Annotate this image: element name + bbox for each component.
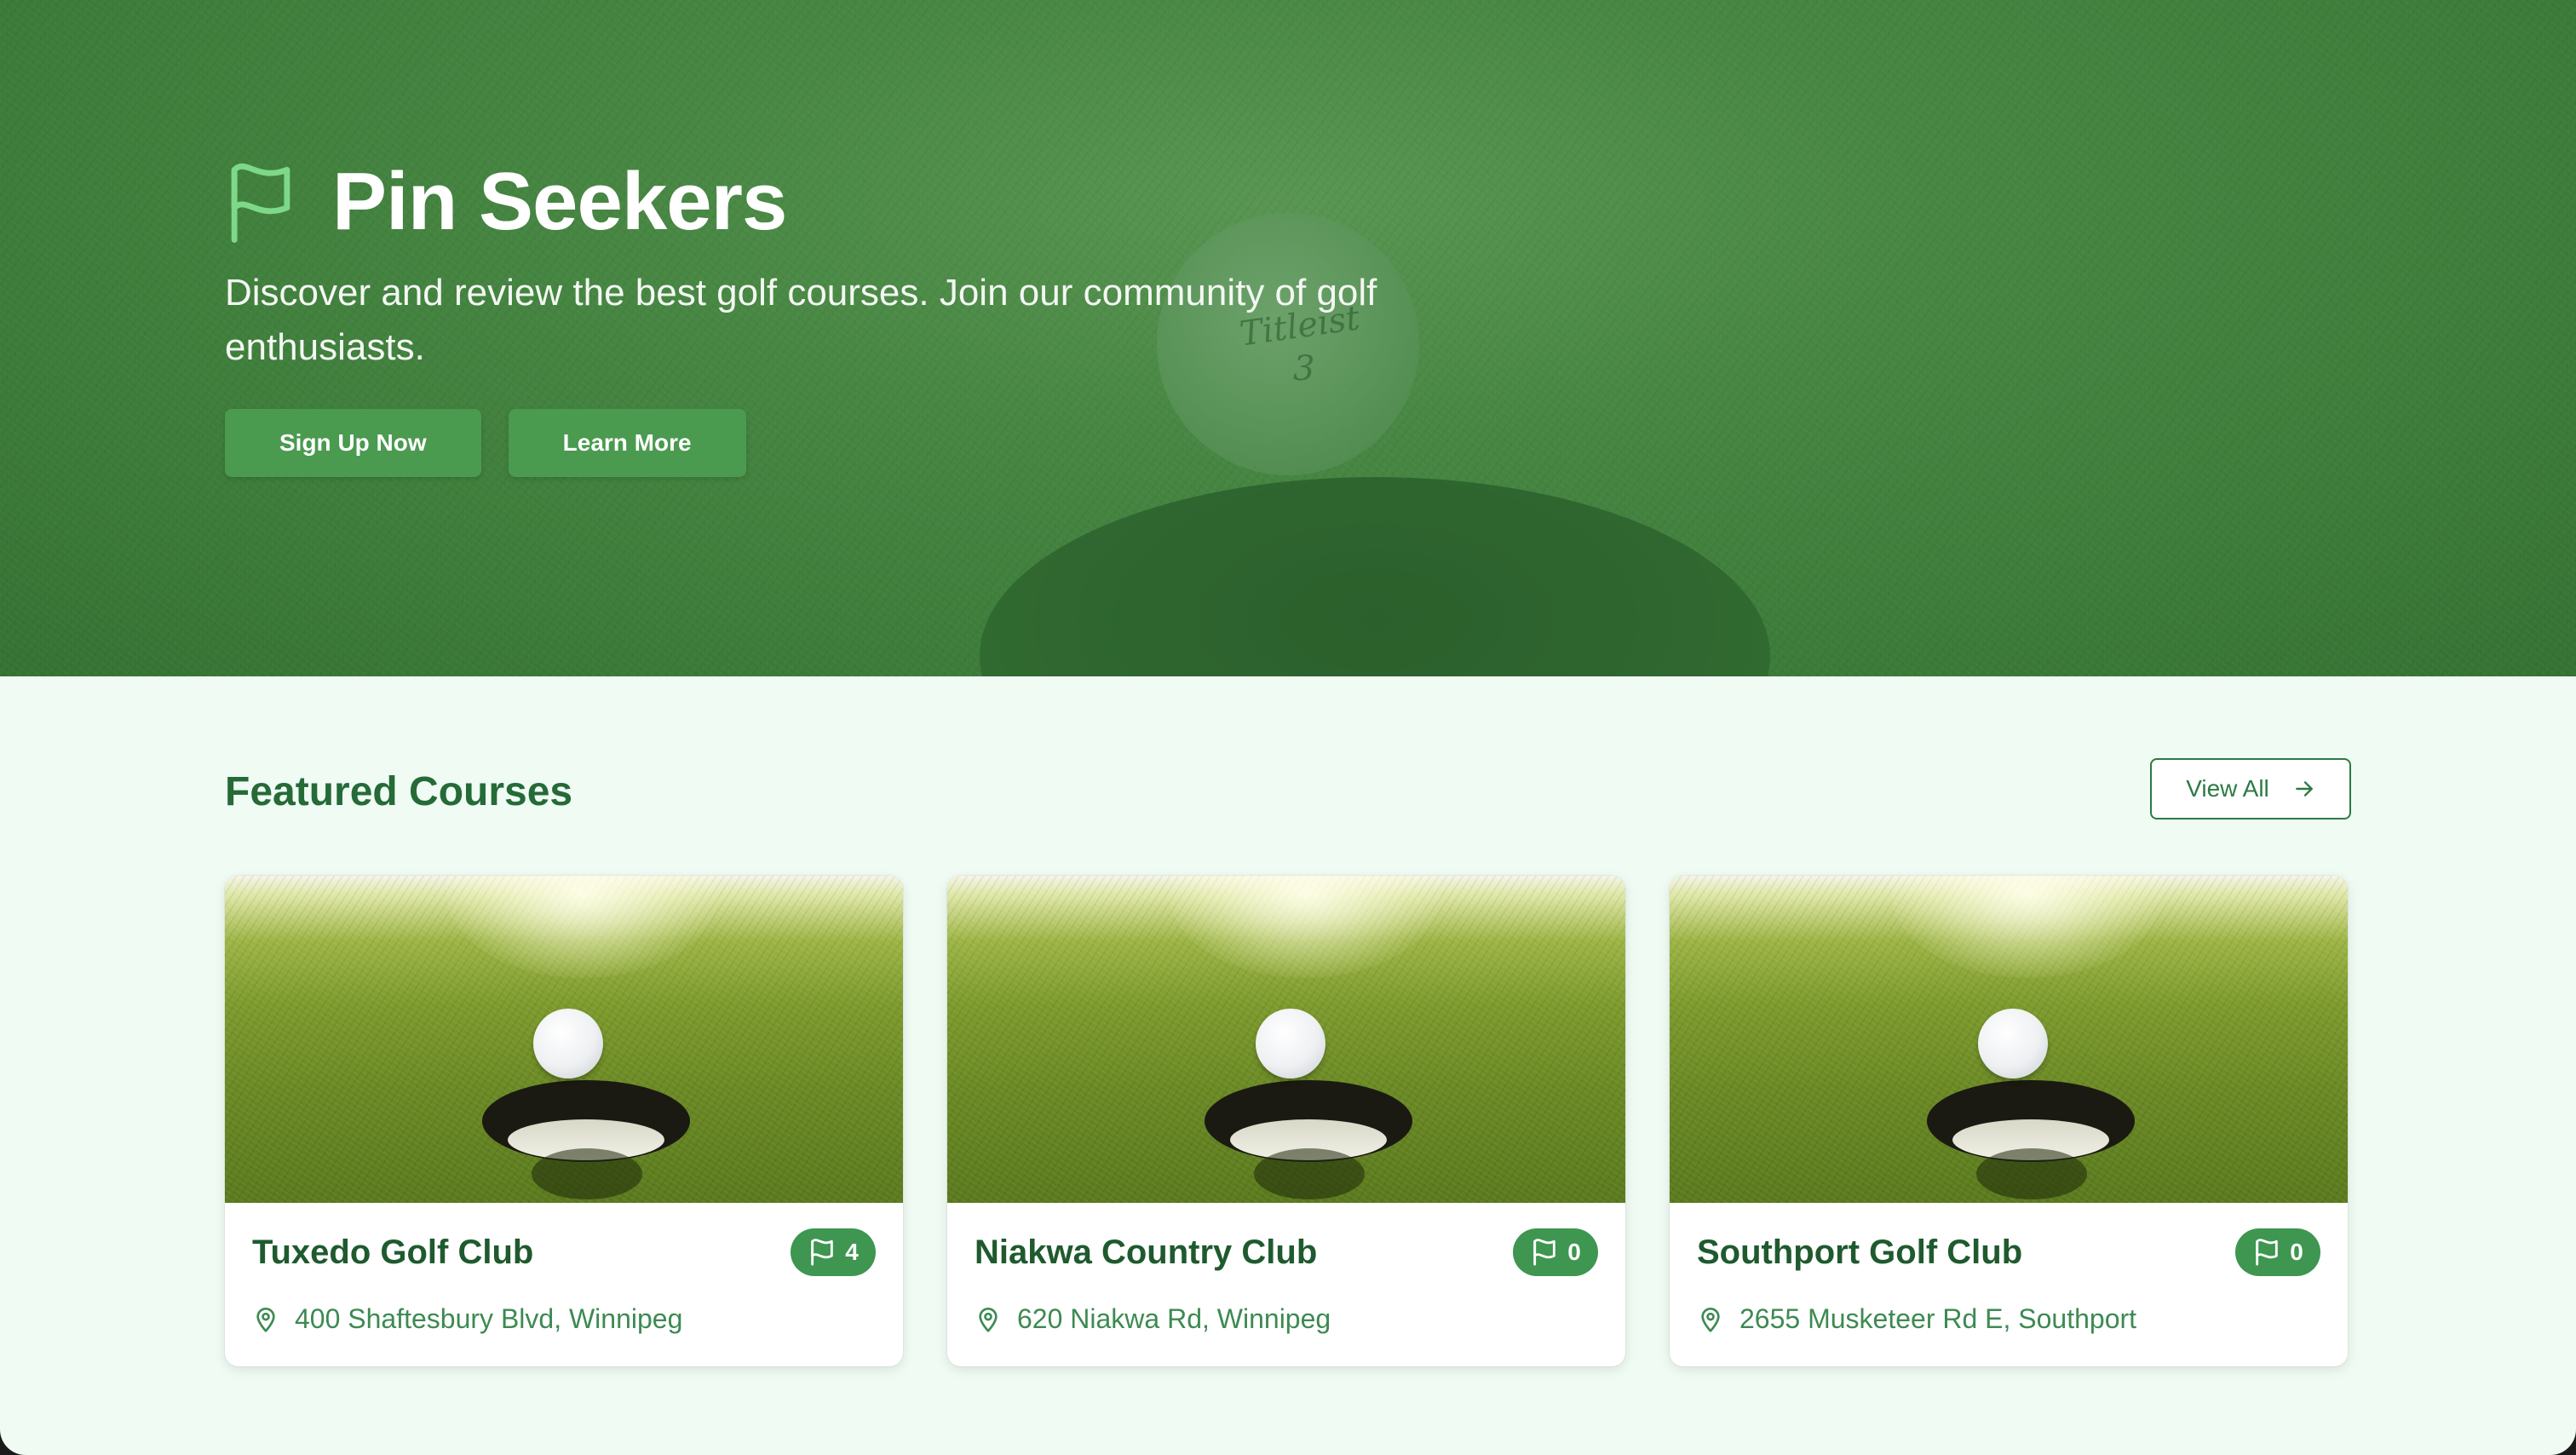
hero-description: Discover and review the best golf course…	[225, 272, 1377, 368]
hero-banner: Titleist 3 Pin Seekers Discover and revi…	[0, 0, 2576, 676]
course-name: Tuxedo Golf Club	[252, 1234, 534, 1271]
course-card[interactable]: Southport Golf Club 0 2655 Musketeer Rd …	[1670, 876, 2348, 1366]
map-pin-icon	[256, 1307, 275, 1332]
flag-count: 0	[2290, 1239, 2303, 1265]
featured-courses-title: Featured Courses	[225, 769, 573, 814]
course-address: 620 Niakwa Rd, Winnipeg	[975, 1303, 1331, 1335]
view-all-label: View All	[2186, 775, 2269, 802]
flag-count: 4	[845, 1239, 859, 1265]
course-card[interactable]: Niakwa Country Club 0 620 Niakwa Rd, Win…	[947, 876, 1625, 1366]
course-image	[947, 876, 1625, 1203]
course-image	[1670, 876, 2348, 1203]
course-card-list: Tuxedo Golf Club 4 400 Shaftesbury Blvd,…	[225, 876, 2348, 1366]
course-card-body: Tuxedo Golf Club 4 400 Shaftesbury Blvd,…	[225, 1203, 903, 1366]
sign-up-button[interactable]: Sign Up Now	[225, 409, 481, 477]
hero-content: Pin Seekers Discover and review the best…	[225, 155, 1503, 477]
featured-header: Featured Courses View All	[225, 758, 2351, 823]
course-address: 2655 Musketeer Rd E, Southport	[1697, 1303, 2136, 1335]
view-all-button[interactable]: View All	[2150, 758, 2351, 820]
map-pin-icon	[1701, 1307, 1720, 1332]
featured-courses-section: Featured Courses View All Tuxedo Golf Cl…	[225, 758, 2351, 1366]
flag-count-badge: 4	[791, 1228, 876, 1276]
course-card-body: Niakwa Country Club 0 620 Niakwa Rd, Win…	[947, 1203, 1625, 1366]
course-name: Southport Golf Club	[1697, 1234, 2023, 1271]
flag-count-badge: 0	[1513, 1228, 1598, 1276]
course-address: 400 Shaftesbury Blvd, Winnipeg	[252, 1303, 682, 1335]
app-window: Titleist 3 Pin Seekers Discover and revi…	[0, 0, 2576, 1455]
flag-count: 0	[1567, 1239, 1581, 1265]
flag-icon	[2256, 1239, 2278, 1266]
course-card-body: Southport Golf Club 0 2655 Musketeer Rd …	[1670, 1203, 2348, 1366]
course-address-text: 400 Shaftesbury Blvd, Winnipeg	[295, 1303, 683, 1334]
flag-icon	[231, 163, 290, 243]
flag-count-badge: 0	[2235, 1228, 2320, 1276]
brand: Pin Seekers	[225, 155, 1503, 249]
hero-actions: Sign Up Now Learn More	[225, 409, 1503, 477]
course-name: Niakwa Country Club	[975, 1234, 1318, 1271]
map-pin-icon	[979, 1307, 998, 1332]
arrow-right-icon	[2295, 781, 2313, 797]
flag-icon	[1533, 1239, 1555, 1266]
learn-more-button[interactable]: Learn More	[508, 409, 746, 477]
course-card[interactable]: Tuxedo Golf Club 4 400 Shaftesbury Blvd,…	[225, 876, 903, 1366]
course-address-text: 620 Niakwa Rd, Winnipeg	[1017, 1303, 1331, 1334]
course-address-text: 2655 Musketeer Rd E, Southport	[1739, 1303, 2137, 1334]
page-title: Pin Seekers	[332, 156, 787, 247]
flag-icon	[811, 1239, 833, 1266]
course-image	[225, 876, 903, 1203]
